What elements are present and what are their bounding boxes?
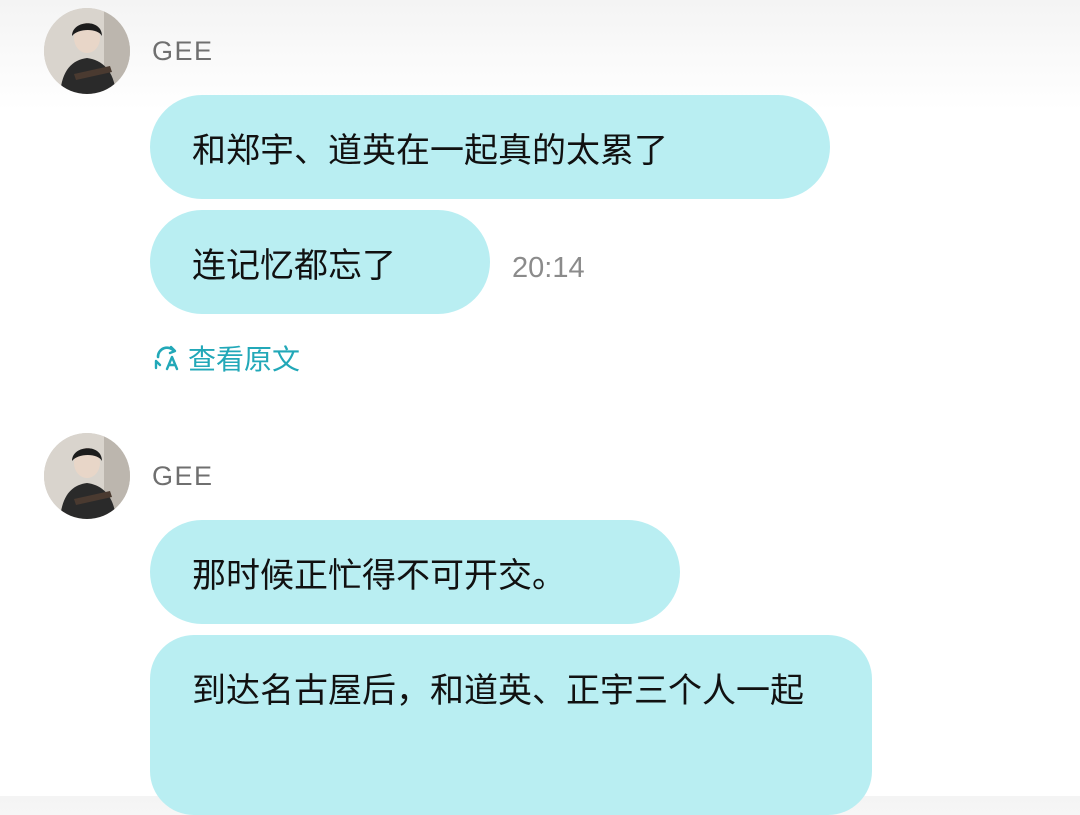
message-bubble[interactable]: 那时候正忙得不可开交。 bbox=[150, 520, 680, 624]
avatar-photo-icon bbox=[44, 433, 130, 519]
message-group: GEE 那时候正忙得不可开交。 到达名古屋后，和道英、正宇三个人一起 bbox=[0, 0, 1080, 815]
avatar[interactable] bbox=[44, 433, 130, 519]
sender-name: GEE bbox=[152, 461, 214, 491]
message-text: 那时候正忙得不可开交。 bbox=[192, 555, 566, 596]
message-text: 到达名古屋后，和道英、正宇三个人一起 bbox=[192, 671, 804, 711]
message-bubble[interactable]: 到达名古屋后，和道英、正宇三个人一起 bbox=[150, 635, 872, 815]
